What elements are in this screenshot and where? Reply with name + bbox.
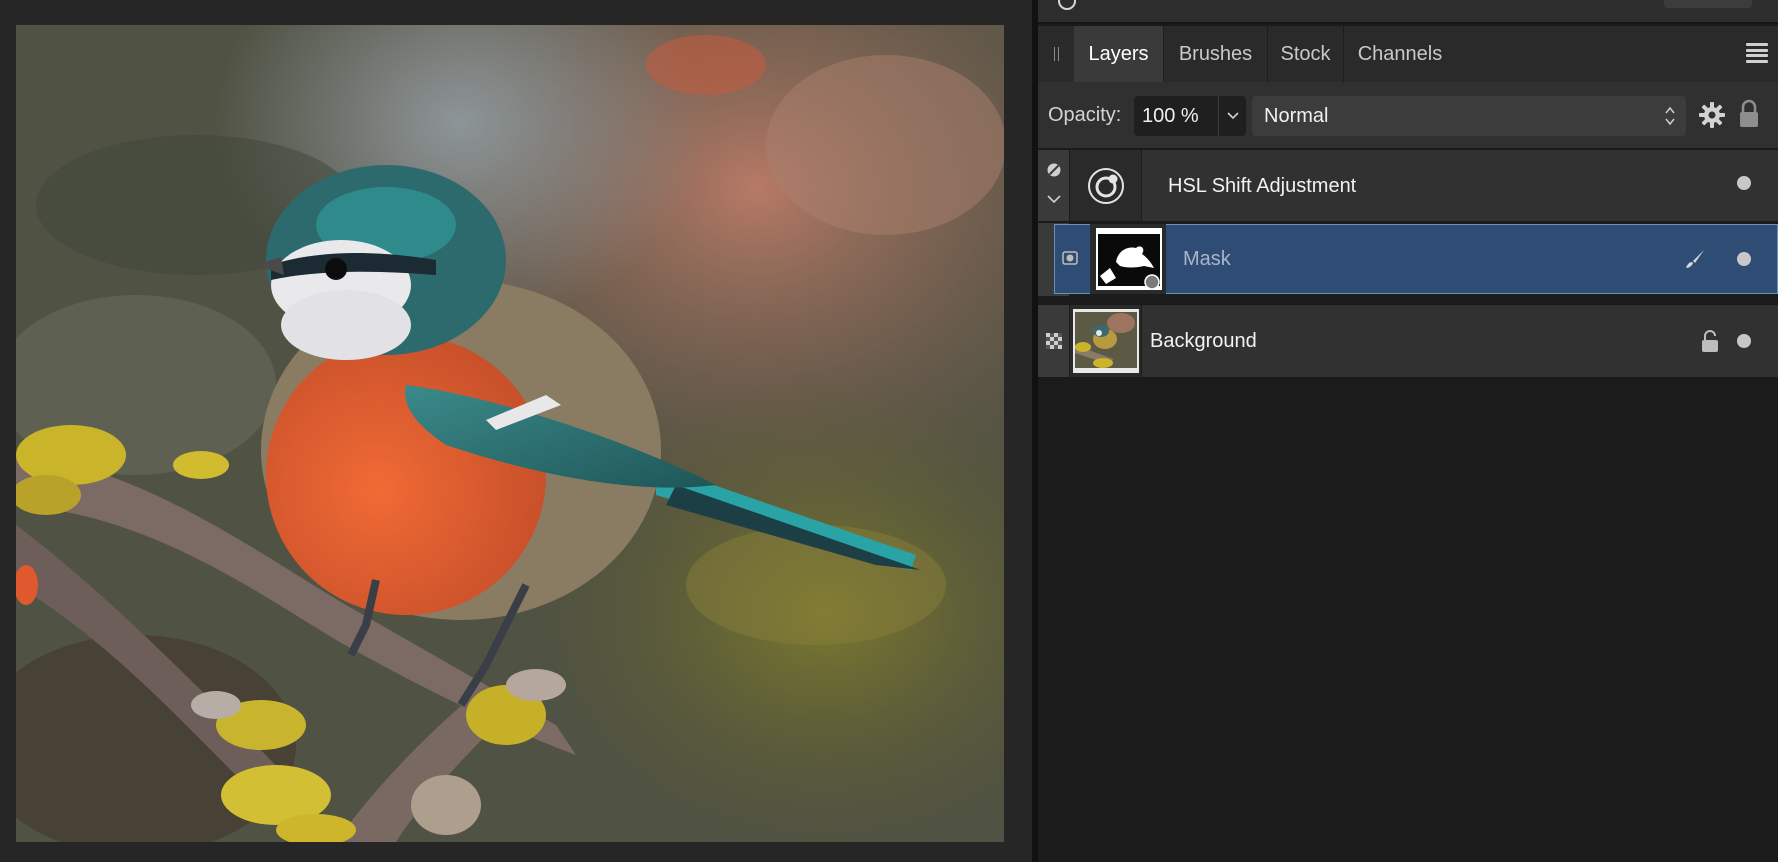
updown-chevron-icon — [1665, 106, 1675, 126]
layer-options-bar: Opacity: 100 % Normal — [1038, 82, 1778, 149]
lock-icon[interactable] — [1701, 329, 1719, 353]
layer-row-hsl-shift[interactable]: HSL Shift Adjustment — [1038, 150, 1778, 222]
layer-name-hsl: HSL Shift Adjustment — [1168, 175, 1357, 197]
brush-icon[interactable] — [1684, 248, 1706, 270]
layer-thumbnail — [1070, 305, 1142, 377]
adjustment-badge-icon — [1047, 163, 1061, 177]
document-canvas[interactable] — [0, 0, 1032, 862]
layer-thumbnail — [1070, 150, 1142, 221]
chevron-down-icon[interactable] — [1047, 194, 1061, 204]
hamburger-menu-icon[interactable] — [1746, 43, 1768, 63]
top-strip-button[interactable] — [1664, 0, 1752, 8]
layer-left-column — [1038, 305, 1070, 377]
hsl-adjustment-icon — [1088, 168, 1124, 204]
layer-name-mask: Mask — [1183, 248, 1231, 270]
blend-mode-value: Normal — [1264, 105, 1329, 127]
layers-studio-panel: Layers Brushes Stock Channels Opacity: 1… — [1038, 0, 1778, 862]
layer-row-background[interactable]: Background — [1038, 304, 1778, 378]
gear-icon[interactable] — [1699, 102, 1725, 128]
tab-brushes[interactable]: Brushes — [1164, 26, 1268, 82]
layer-name-background: Background — [1150, 330, 1257, 352]
circle-icon[interactable] — [1058, 0, 1076, 10]
layer-left-column — [1038, 150, 1070, 221]
checkerboard-icon — [1046, 333, 1062, 349]
mask-type-icon — [1062, 251, 1078, 265]
visibility-dot-icon[interactable] — [1737, 176, 1751, 190]
photo-bird-on-branch[interactable] — [16, 25, 1004, 842]
background-thumbnail-image — [1073, 309, 1139, 373]
panel-tab-bar: Layers Brushes Stock Channels — [1038, 26, 1778, 83]
layer-thumbnail — [1090, 224, 1166, 294]
layer-row-mask[interactable]: Mask — [1038, 223, 1778, 296]
chevron-down-icon[interactable] — [1218, 96, 1246, 136]
opacity-value[interactable]: 100 % — [1142, 96, 1199, 136]
tab-channels[interactable]: Channels — [1344, 26, 1456, 82]
opacity-label: Opacity: — [1048, 104, 1122, 126]
visibility-dot-icon[interactable] — [1737, 252, 1751, 266]
visibility-dot-icon[interactable] — [1737, 334, 1751, 348]
blend-mode-select[interactable]: Normal — [1252, 96, 1686, 136]
tab-layers[interactable]: Layers — [1074, 26, 1164, 82]
mask-thumbnail-image — [1096, 228, 1162, 290]
lock-icon[interactable] — [1738, 99, 1760, 129]
panel-top-strip — [1038, 0, 1778, 24]
panel-grip-handle[interactable] — [1038, 26, 1074, 82]
tab-stock[interactable]: Stock — [1268, 26, 1344, 82]
